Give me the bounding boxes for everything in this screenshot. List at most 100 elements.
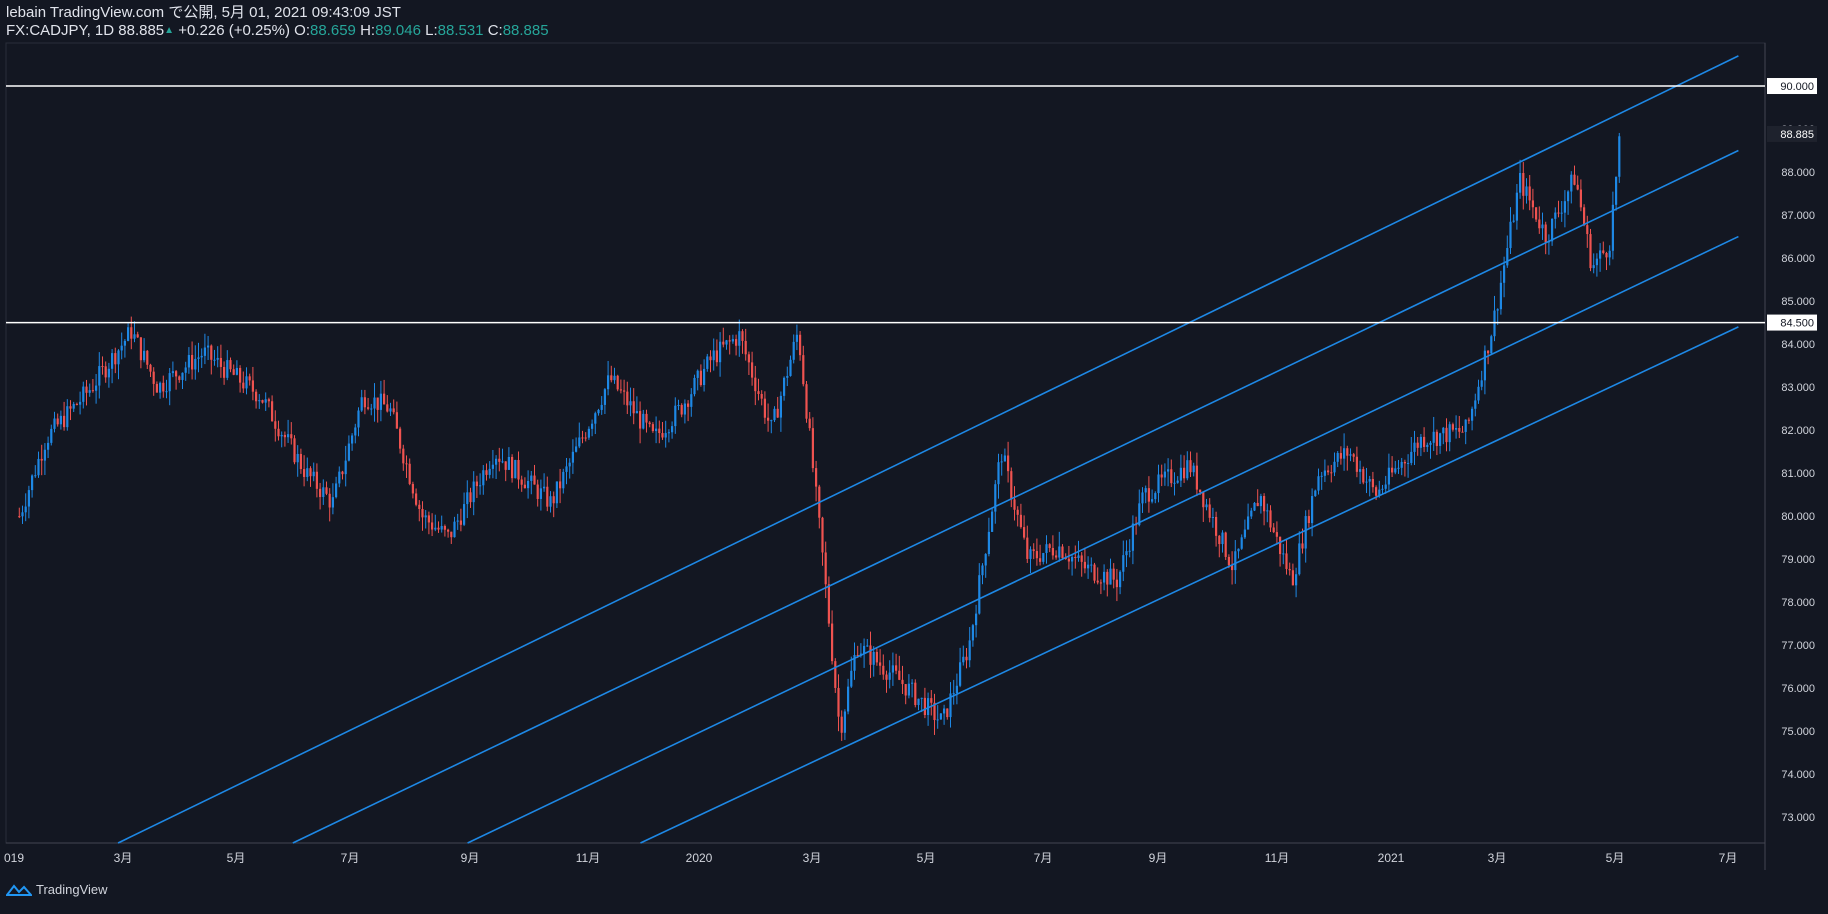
candle-body [1365, 481, 1368, 483]
candle-body [770, 420, 773, 422]
candle-body [139, 337, 142, 361]
candle-body [1416, 442, 1419, 448]
candle-body [798, 334, 802, 356]
candle-body [712, 350, 715, 361]
level-price-label: 90.000 [1780, 81, 1814, 93]
candle-body [1054, 555, 1058, 558]
channel-line [467, 235, 1739, 844]
candle-body [776, 408, 779, 418]
candle-body [558, 481, 562, 489]
candle-body [1314, 490, 1317, 497]
candle-body [1310, 496, 1314, 524]
candle-body [1493, 310, 1496, 337]
candle-body [248, 376, 251, 381]
candle-body [414, 493, 418, 505]
candle-body [114, 353, 117, 365]
candle-body [990, 511, 994, 532]
candle-body [251, 380, 254, 392]
candle-body [18, 516, 21, 518]
candle-body [802, 355, 805, 385]
candle-body [626, 391, 629, 406]
candle-body [1118, 571, 1122, 588]
candle-body [427, 515, 430, 523]
candle-body [1410, 451, 1413, 463]
candle-body [434, 527, 437, 530]
candle-body [194, 358, 197, 370]
candle-body [760, 393, 763, 399]
candle-body [738, 331, 741, 346]
y-tick-label: 77.000 [1781, 640, 1815, 652]
candle-body [501, 461, 504, 463]
candle-body [1170, 469, 1173, 484]
candle-body [382, 393, 386, 405]
candle-body [811, 428, 814, 469]
candle-body [1403, 461, 1406, 464]
candle-body [398, 428, 402, 449]
candle-body [539, 488, 542, 499]
candle-body [958, 662, 962, 686]
x-tick-label: 2021 [1378, 851, 1405, 865]
candle-body [315, 471, 318, 489]
candle-body [286, 434, 290, 438]
candle-body [1509, 221, 1512, 249]
candle-body [1294, 574, 1298, 586]
candle-body [1003, 455, 1006, 462]
candle-body [238, 367, 242, 383]
candle-body [552, 496, 555, 504]
candle-body [667, 432, 670, 434]
candle-body [754, 377, 757, 392]
footer-brand[interactable]: TradingView [6, 882, 108, 897]
candle-body [1480, 380, 1483, 387]
candle-body [123, 340, 126, 346]
candle-body [917, 698, 920, 706]
candle-body [386, 404, 389, 412]
candle-body [725, 340, 728, 345]
candle-body [117, 350, 120, 365]
candle-body [648, 422, 651, 425]
candle-body [699, 370, 702, 386]
candle-body [1285, 553, 1288, 569]
candle-body [946, 708, 949, 718]
candle-body [1026, 537, 1029, 559]
candle-body [1246, 516, 1250, 530]
candle-body [309, 468, 312, 477]
candle-body [203, 347, 206, 356]
candle-body [1618, 136, 1621, 177]
candle-body [1218, 535, 1221, 545]
candle-body [1208, 504, 1211, 518]
candle-body [222, 366, 226, 378]
candle-body [350, 435, 354, 444]
candle-body [162, 382, 165, 392]
candle-body [149, 364, 152, 372]
candle-body [1368, 478, 1371, 482]
candle-body [629, 401, 632, 406]
candle-body [258, 400, 261, 402]
candle-body [757, 391, 760, 394]
candle-body [677, 405, 680, 407]
candle-body [1534, 207, 1538, 220]
candle-body [168, 373, 171, 392]
candle-body [1592, 265, 1595, 269]
candle-body [862, 645, 866, 654]
candle-body [206, 345, 210, 348]
candle-body [1320, 475, 1323, 477]
x-tick-label: 3月 [1488, 851, 1507, 865]
chart-area[interactable]: 73.000 74.000 75.000 76.000 77.000 78.000 79.0… [0, 0, 1828, 914]
candle-body [1435, 431, 1438, 446]
candle-body [1166, 469, 1170, 472]
candle-body [1128, 550, 1131, 552]
candle-body [1163, 471, 1166, 478]
candle-body [686, 403, 690, 407]
price-chart-svg[interactable]: 73.000 74.000 75.000 76.000 77.000 78.000 79.0… [0, 0, 1828, 909]
candle-body [1323, 470, 1326, 476]
candle-body [1346, 448, 1349, 456]
candle-body [536, 484, 539, 499]
candle-body [389, 408, 392, 412]
candle-body [1451, 424, 1454, 430]
candle-body [962, 656, 965, 663]
candle-body [1045, 544, 1048, 554]
candle-body [546, 486, 549, 507]
candle-body [1502, 265, 1506, 283]
candle-body [1157, 474, 1160, 494]
candle-body [1240, 537, 1243, 549]
